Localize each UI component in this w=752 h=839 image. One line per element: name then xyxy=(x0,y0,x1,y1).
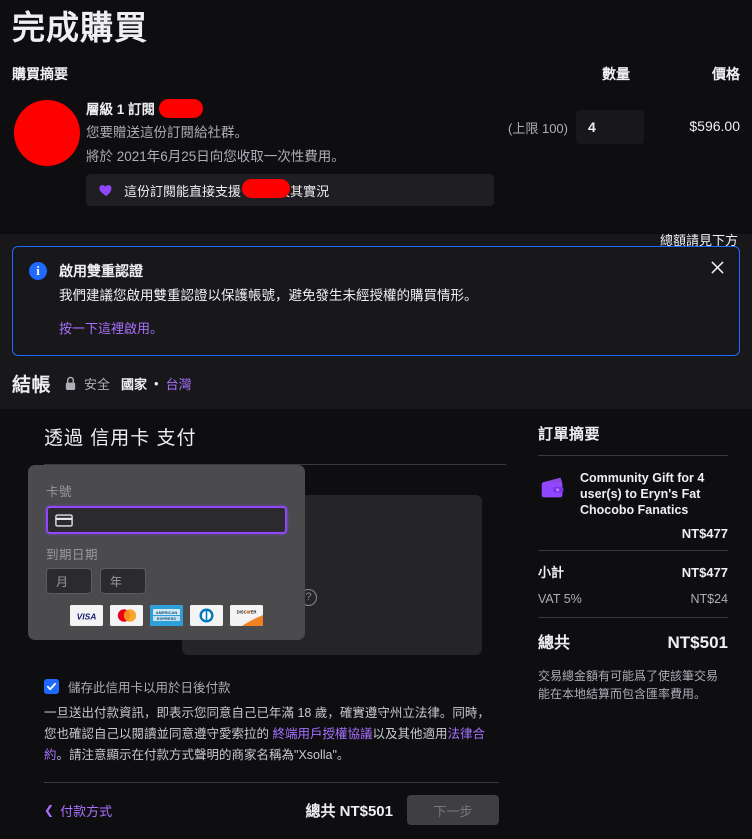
redacted-streamer-name xyxy=(242,178,290,198)
page-title: 完成購買 xyxy=(12,9,148,46)
item-price: $596.00 xyxy=(689,118,740,134)
sub-tag-prefix: 這份訂閱能直接支援 xyxy=(124,183,242,199)
checkout-title: 結帳 xyxy=(12,375,52,396)
expiry-row: 月 年 xyxy=(46,568,287,594)
chevron-left-icon: ❮ xyxy=(44,803,55,817)
close-icon[interactable] xyxy=(708,258,726,276)
expiry-year-input[interactable]: 年 xyxy=(100,568,146,594)
redacted-thumbnail xyxy=(14,100,80,166)
order-item-name: Community Gift for 4 user(s) to Eryn's F… xyxy=(580,471,705,517)
column-header-price: 價格 xyxy=(712,66,740,82)
item-description: 您要贈送這份訂閱給社群。 xyxy=(86,125,248,140)
discover-logo: DISC VER xyxy=(230,605,263,626)
eula-link[interactable]: 終端用戶授權協議 xyxy=(272,727,372,741)
svg-text:EXPRESS: EXPRESS xyxy=(157,616,176,621)
order-summary-panel: 訂單摘要 Community Gift for 4 user(s) to Ery… xyxy=(528,409,740,839)
item-title: 層級 1 訂閱 xyxy=(86,102,156,117)
subscription-support-tag: 這份訂閱能直接支援_____及其實況 xyxy=(86,174,494,206)
alert-body: 我們建議您啟用雙重認證以保護帳號，避免發生未經授權的購買情形。 xyxy=(59,288,478,303)
exchange-rate-note: 交易總金額有可能爲了使該筆交易能在本地結算而包含匯率費用。 xyxy=(538,669,719,701)
quantity-column: (上限 100) 4 xyxy=(494,98,644,144)
subscription-support-text: 這份訂閱能直接支援_____及其實況 xyxy=(124,178,329,200)
save-card-row: 儲存此信用卡以用於日後付款 xyxy=(44,677,231,696)
order-item-price: NT$477 xyxy=(681,526,728,541)
next-button[interactable]: 下一步 xyxy=(407,795,499,825)
footer-total: 總共 NT$501 xyxy=(305,802,393,820)
separator-dot: • xyxy=(154,376,159,391)
redacted-channel-name xyxy=(159,98,204,118)
two-factor-alert: i 啟用雙重認證 我們建議您啟用雙重認證以保護帳號，避免發生未經授權的購買情形。… xyxy=(12,246,740,356)
summary-column-headers: 購買摘要 數量 價格 xyxy=(12,64,740,84)
back-link-label: 付款方式 xyxy=(60,803,113,819)
column-header-quantity: 數量 xyxy=(602,66,630,82)
vat-row: VAT 5% NT$24 xyxy=(538,592,728,606)
lock-icon xyxy=(64,376,77,391)
svg-text:AMERICAN: AMERICAN xyxy=(156,610,178,615)
quantity-input[interactable]: 4 xyxy=(576,110,644,144)
divider xyxy=(44,782,499,783)
payment-method-heading: 透過 信用卡 支付 xyxy=(44,428,197,449)
purple-heart-icon xyxy=(98,182,114,198)
enable-2fa-link[interactable]: 按一下這裡啟用。 xyxy=(59,318,723,337)
summary-heading: 購買摘要 xyxy=(12,66,68,82)
secure-label: 安全 xyxy=(84,377,111,392)
total-value: NT$501 xyxy=(667,633,728,652)
mastercard-logo xyxy=(110,605,143,626)
divider xyxy=(538,550,728,551)
country-label: 國家 xyxy=(121,377,148,392)
quantity-limit: (上限 100) xyxy=(508,120,568,136)
save-card-checkbox[interactable] xyxy=(44,679,59,694)
order-item: Community Gift for 4 user(s) to Eryn's F… xyxy=(538,456,728,541)
card-number-overlay-panel: 卡號 到期日期 月 年 VISA AMERICAN EXPRESS DISC V… xyxy=(28,465,305,640)
expiry-label: 到期日期 xyxy=(46,548,99,562)
back-to-payment-methods-link[interactable]: ❮ 付款方式 xyxy=(44,801,112,820)
total-label: 總共 xyxy=(538,635,571,652)
checkout-header: 結帳 安全 國家 • 台灣 xyxy=(12,356,740,409)
divider xyxy=(538,617,728,618)
alert-section: i 啟用雙重認證 我們建議您啟用雙重認證以保護帳號，避免發生未經授權的購買情形。… xyxy=(0,234,752,409)
save-card-label: 儲存此信用卡以用於日後付款 xyxy=(68,681,231,695)
subtotal-value: NT$477 xyxy=(681,565,728,580)
diners-club-logo xyxy=(190,605,223,626)
expiry-month-input[interactable]: 月 xyxy=(46,568,92,594)
wallet-icon xyxy=(538,472,568,502)
purchase-item-row: 層級 1 訂閱 您要贈送這份訂閱給社群。 將於 2021年6月25日向您收取一次… xyxy=(12,98,740,206)
legal-disclaimer: 一旦送出付款資訊，即表示您同意自己已年滿 18 歲，確實遵守州立法律。同時，您也… xyxy=(44,703,494,766)
item-details: 層級 1 訂閱 您要贈送這份訂閱給社群。 將於 2021年6月25日向您收取一次… xyxy=(86,98,494,206)
info-icon: i xyxy=(29,262,47,280)
svg-text:DISC VER: DISC VER xyxy=(237,610,257,615)
payment-form-column: 透過 信用卡 支付 CVV2/CVC2 ? 卡號 xyxy=(12,409,528,839)
vat-label: VAT 5% xyxy=(538,592,582,606)
checkout-footer: ❮ 付款方式 總共 NT$501 下一步 xyxy=(44,795,499,825)
subtotal-label: 小計 xyxy=(538,565,565,580)
legal-text-part2: 以及其他適用 xyxy=(372,727,448,741)
order-summary-title: 訂單摘要 xyxy=(538,426,601,443)
item-title-row: 層級 1 訂閱 xyxy=(86,98,494,118)
purchase-summary-section: 完成購買 購買摘要 數量 價格 層級 1 訂閱 您要贈送這份訂閱給社群。 將於 … xyxy=(0,0,752,248)
alert-title: 啟用雙重認證 xyxy=(59,263,143,279)
card-number-label: 卡號 xyxy=(46,485,73,499)
visa-logo: VISA xyxy=(70,605,103,626)
country-value[interactable]: 台灣 xyxy=(166,374,192,393)
amex-logo: AMERICAN EXPRESS xyxy=(150,605,183,626)
subtotal-row: 小計 NT$477 xyxy=(538,562,728,581)
card-brand-logos: VISA AMERICAN EXPRESS DISC VER xyxy=(46,605,287,626)
checkout-section: 透過 信用卡 支付 CVV2/CVC2 ? 卡號 xyxy=(0,409,752,839)
vat-value: NT$24 xyxy=(690,592,728,606)
total-row: 總共 NT$501 xyxy=(538,629,728,653)
credit-card-icon xyxy=(55,513,73,527)
card-number-input[interactable] xyxy=(46,506,287,534)
legal-text-part3: 。請注意顯示在付款方式聲明的商家名稱為"Xsolla"。 xyxy=(56,748,350,762)
item-charge-note: 將於 2021年6月25日向您收取一次性費用。 xyxy=(86,149,345,164)
item-thumbnail xyxy=(12,98,86,166)
svg-text:VISA: VISA xyxy=(77,612,97,622)
